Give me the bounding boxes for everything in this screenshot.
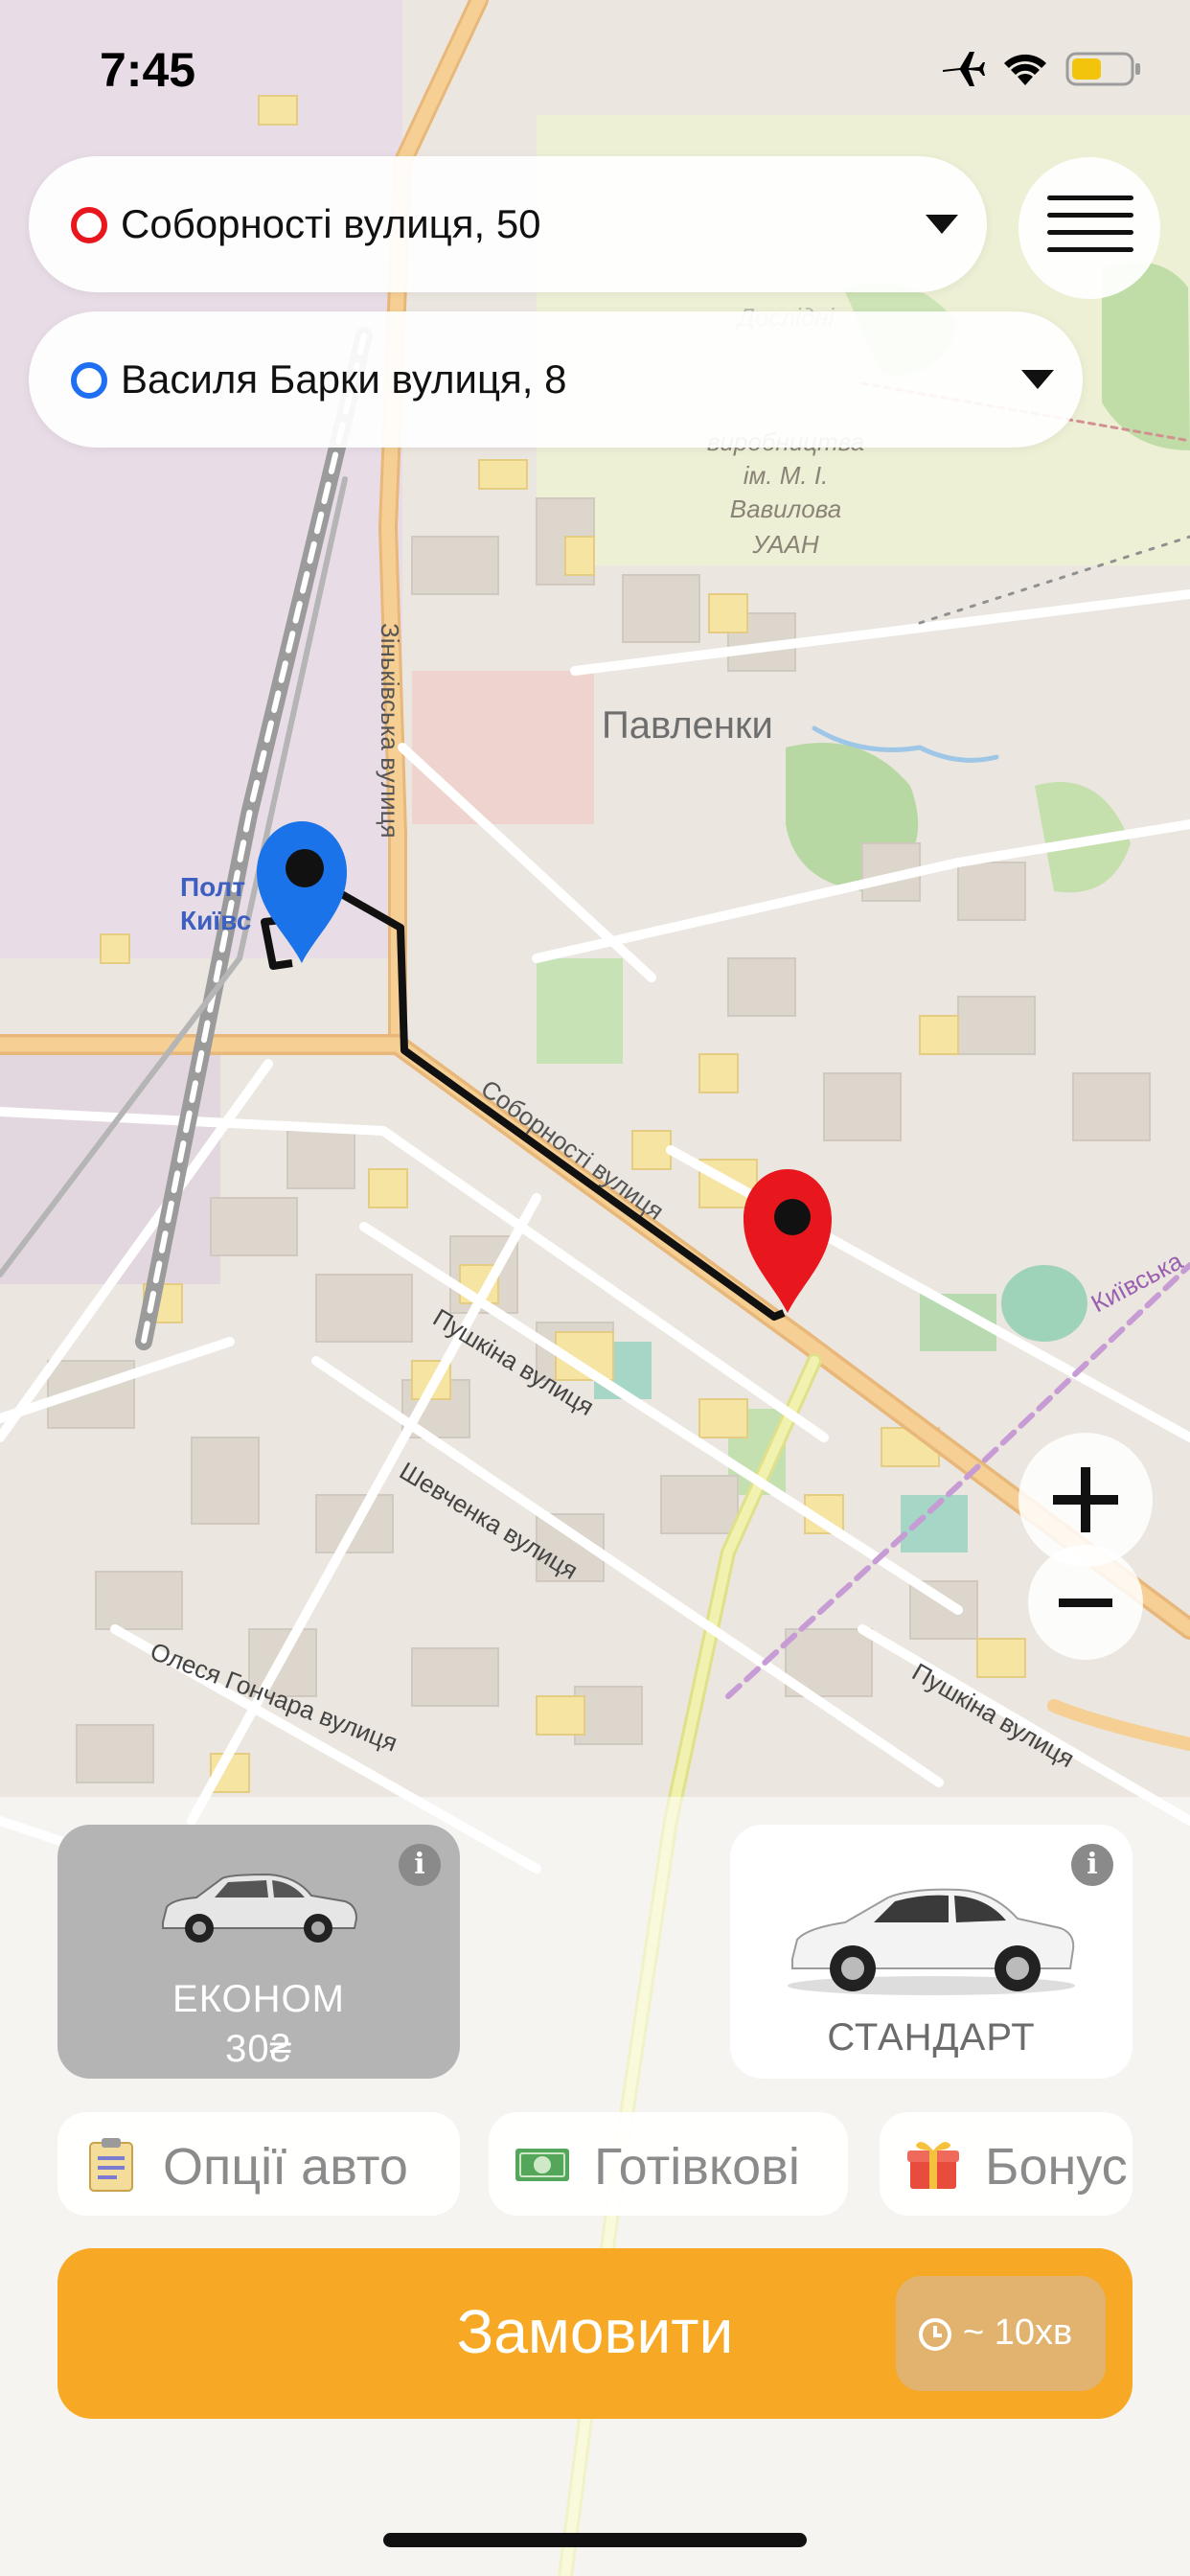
status-time: 7:45 bbox=[100, 43, 196, 97]
tariff-name: СТАНДАРТ bbox=[827, 2016, 1036, 2058]
info-icon[interactable]: i bbox=[399, 1844, 441, 1886]
gift-icon bbox=[907, 2142, 959, 2189]
clock-icon bbox=[919, 2318, 951, 2351]
eta-badge: ~ 10хв bbox=[896, 2276, 1106, 2391]
destination-address-field[interactable]: Василя Барки вулиця, 8 bbox=[29, 311, 1083, 448]
home-indicator bbox=[383, 2533, 807, 2547]
destination-dot-icon bbox=[71, 362, 107, 399]
menu-button[interactable] bbox=[1018, 157, 1160, 299]
pickup-address-text: Соборності вулиця, 50 bbox=[121, 201, 541, 246]
option-label: Готівкові bbox=[594, 2138, 800, 2196]
option-label: Бонус bbox=[985, 2138, 1128, 2196]
status-icons bbox=[941, 50, 1142, 88]
tariff-card-standard[interactable]: i СТАНДАРТ bbox=[730, 1825, 1133, 2079]
svg-text:Вавилова: Вавилова bbox=[730, 494, 841, 523]
order-button[interactable]: Замовити ~ 10хв bbox=[57, 2248, 1133, 2419]
wifi-icon bbox=[1004, 54, 1046, 85]
svg-text:УААН: УААН bbox=[751, 530, 818, 559]
map-label-zinkivska: Зіньківська вулиця bbox=[376, 623, 404, 839]
option-payment-cash[interactable]: Готівкові bbox=[489, 2112, 848, 2216]
minus-icon bbox=[1059, 1598, 1112, 1607]
eta-text: ~ 10хв bbox=[963, 2312, 1073, 2353]
map-label-pavlenky: Павленки bbox=[602, 704, 773, 747]
svg-text:Київс: Київс bbox=[180, 906, 251, 935]
pickup-address-field[interactable]: Соборності вулиця, 50 bbox=[29, 156, 987, 292]
option-car-options[interactable]: Опції авто bbox=[57, 2112, 460, 2216]
airplane-icon bbox=[943, 52, 985, 86]
tariff-card-economy[interactable]: i ЕКОНОМ 30₴ bbox=[57, 1825, 460, 2079]
map-label-station: Полт bbox=[180, 872, 245, 902]
option-label: Опції авто bbox=[163, 2138, 408, 2196]
zoom-out-button[interactable] bbox=[1028, 1545, 1143, 1660]
svg-text:ім. М. І.: ім. М. І. bbox=[744, 461, 829, 490]
chevron-down-icon[interactable] bbox=[1021, 370, 1054, 389]
tariff-name: ЕКОНОМ bbox=[172, 1978, 345, 2020]
clipboard-icon bbox=[89, 2138, 133, 2192]
car-standard-icon bbox=[788, 1888, 1075, 1995]
cash-icon bbox=[515, 2149, 569, 2181]
pickup-dot-icon bbox=[71, 207, 107, 243]
tariff-price: 30₴ bbox=[225, 2028, 292, 2070]
destination-address-text: Василя Барки вулиця, 8 bbox=[121, 356, 567, 402]
car-economy-icon bbox=[162, 1873, 358, 1943]
option-bonus[interactable]: Бонус bbox=[880, 2112, 1133, 2216]
status-bar: 7:45 bbox=[0, 0, 1190, 134]
chevron-down-icon[interactable] bbox=[926, 215, 958, 234]
battery-icon bbox=[1065, 52, 1140, 86]
